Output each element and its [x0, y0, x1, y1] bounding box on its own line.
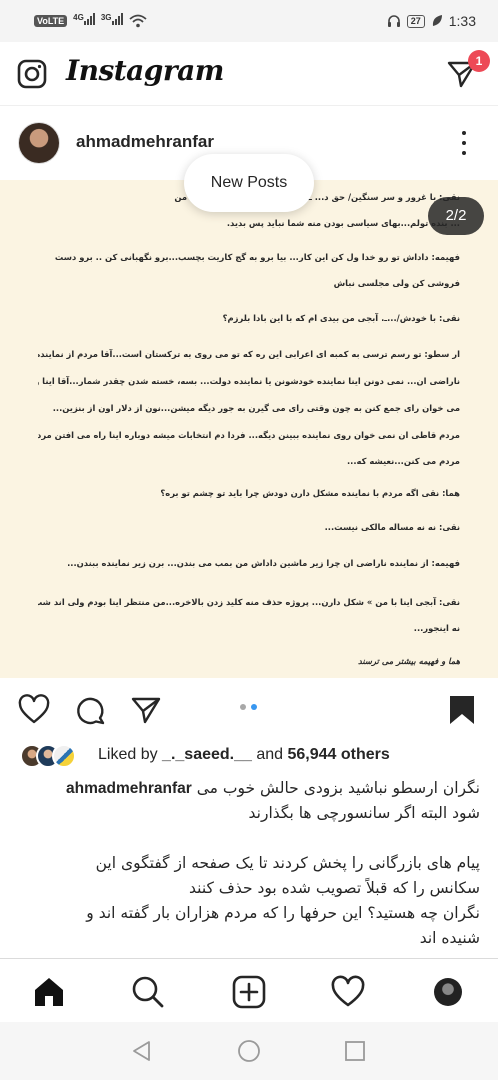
headphones-icon — [387, 15, 400, 27]
image-text-line: ار سطو: تو رسم ترسی به کمبه ای اعرابی ای… — [38, 349, 460, 359]
caption-text: نگران ارسطو نباشید بزودی حالش خوب می — [196, 779, 480, 797]
image-text-line: مردم می کنن...نعیشه که... — [347, 456, 460, 466]
share-icon[interactable] — [130, 694, 162, 726]
network-type-1: 4G — [73, 12, 84, 22]
image-text-line: نقی: نه نه مساله مالکی نیست... — [324, 522, 460, 532]
camera-icon[interactable] — [16, 58, 48, 90]
liker-avatars[interactable] — [20, 744, 94, 768]
likes-summary[interactable]: Liked by _._saeed.__ and 56,944 others — [98, 746, 390, 764]
network-type-2: 3G — [100, 12, 112, 22]
image-text-line: هما و فهیمه بیشتر می ترسند — [358, 656, 460, 666]
bottom-nav — [0, 958, 498, 1022]
caption-text: نگران چه هستید؟ این حرفها را که مردم هزا… — [86, 904, 480, 922]
app-header: Instagram 1 — [0, 42, 498, 106]
image-text-line: فروشی کن ولی مجلسی نباش — [333, 278, 460, 288]
post-image[interactable]: نقی: با غرور و سر سنگین/ حق د... ـم سیاه… — [0, 180, 498, 678]
status-bar: VoLTE 4G 3G 27 1:33 — [0, 0, 498, 42]
caption-text: شود البته اگر سانسورچی ها بگذارند — [248, 804, 480, 822]
signal-2: 3G — [101, 13, 123, 29]
status-right: 27 1:33 — [387, 13, 476, 29]
image-text-line: می خوان رای جمع کنن به چون وقتی رای می گ… — [52, 403, 460, 413]
liker-username[interactable]: _._saeed.__ — [162, 746, 252, 763]
notification-badge: 1 — [468, 50, 490, 72]
likes-count[interactable]: 56,944 others — [288, 746, 390, 763]
likes-and: and — [251, 746, 288, 763]
carousel-dot-active — [251, 704, 257, 710]
avatar[interactable] — [18, 122, 60, 164]
comment-icon[interactable] — [74, 694, 106, 726]
carousel-counter: 2/2 — [428, 197, 484, 235]
save-bookmark-icon[interactable] — [446, 694, 478, 726]
likes-row: Liked by _._saeed.__ and 56,944 others — [0, 742, 498, 770]
likes-prefix: Liked by — [98, 746, 163, 763]
wifi-icon — [128, 14, 147, 28]
home-circle-icon[interactable] — [237, 1039, 261, 1063]
like-heart-icon[interactable] — [18, 694, 50, 726]
new-post-icon[interactable] — [232, 975, 266, 1009]
post-caption: نگران ارسطو نباشید بزودی حالش خوب می ahm… — [18, 776, 480, 951]
system-navigation-bar — [0, 1022, 498, 1080]
battery-indicator: 27 — [406, 14, 425, 28]
image-text-line: ... بنده تولم‌...بهای سیاسی بودن منه شما… — [226, 218, 460, 228]
carousel-dots — [240, 704, 257, 710]
back-triangle-icon[interactable] — [130, 1039, 154, 1063]
post-username[interactable]: ahmadmehranfar — [76, 132, 214, 152]
image-text-line: نقی: با خودش/...ـ. آبجی من بیدی ام که با… — [222, 313, 460, 323]
image-text-line: فهیمه: داداش تو رو خدا ول کن این کار... … — [54, 252, 460, 262]
profile-avatar-icon[interactable] — [434, 978, 462, 1006]
home-icon[interactable] — [32, 975, 66, 1009]
activity-heart-icon[interactable] — [331, 975, 365, 1009]
signal-1: 4G — [73, 13, 95, 29]
signal-bars-icon — [83, 13, 95, 26]
image-text-line: نه اینجور... — [413, 623, 460, 633]
status-left: VoLTE 4G 3G — [34, 13, 147, 29]
more-options-icon[interactable] — [452, 128, 476, 158]
new-posts-button[interactable]: New Posts — [184, 154, 314, 212]
signal-bars-icon — [111, 13, 123, 26]
image-text-line: ناراضی ان... نمی دونن اینا نماینده خودشو… — [38, 376, 460, 386]
image-text-line: نقی: آبجی اینا با من » شکل دارن... پروژه… — [38, 597, 460, 607]
caption-username[interactable]: ahmadmehranfar — [66, 780, 192, 797]
action-bar — [0, 680, 498, 738]
caption-text: پیام های بازرگانی را پخش کردند تا یک صفح… — [95, 854, 480, 872]
clock: 1:33 — [448, 13, 476, 29]
caption-text: سکانس را که قبلاً تصویب شده بود حذف کنند — [189, 879, 480, 897]
instagram-logo: Instagram — [66, 54, 224, 87]
volte-indicator: VoLTE — [34, 14, 68, 27]
search-icon[interactable] — [131, 975, 165, 1009]
carousel-dot — [240, 704, 246, 710]
leaf-icon — [432, 15, 442, 26]
liker-avatar — [52, 744, 76, 768]
image-text-line: مردم قاطی ان نمی خوان روی نماینده ببینن … — [38, 430, 460, 440]
recents-square-icon[interactable] — [343, 1039, 367, 1063]
image-text-line: فهیمه: از نماینده ناراضی ان چرا زیر ماشی… — [67, 558, 460, 568]
caption-text: شنیده اند — [419, 929, 480, 947]
image-text-line: هما: نقی اگه مردم با نماینده مشکل دارن د… — [160, 488, 460, 498]
